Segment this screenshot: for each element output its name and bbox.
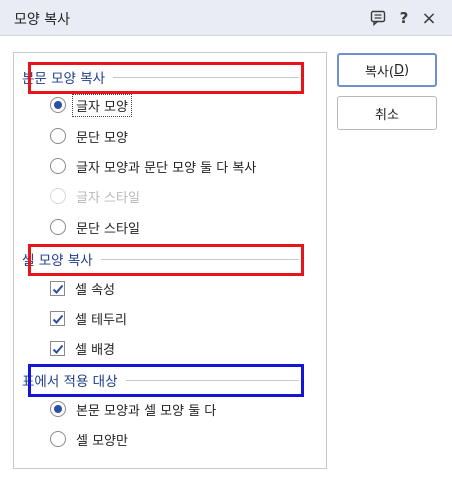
section-table-target: 표에서 적용 대상 xyxy=(22,369,299,391)
cancel-button[interactable]: 취소 xyxy=(337,96,437,130)
radio-button[interactable] xyxy=(50,219,66,235)
section-divider xyxy=(100,258,299,260)
radio-body-and-cell[interactable]: 본문 모양과 셀 모양 둘 다 xyxy=(50,398,216,420)
check-cell-props[interactable]: 셀 속성 xyxy=(50,277,115,299)
close-icon[interactable]: × xyxy=(419,8,439,29)
title-bar: 모양 복사 ? × xyxy=(0,0,452,36)
radio-label: 문단 스타일 xyxy=(76,221,140,237)
checkmark-icon xyxy=(52,314,64,324)
radio-para-shape[interactable]: 문단 모양 xyxy=(50,125,128,147)
radio-both-shapes[interactable]: 글자 모양과 문단 모양 둘 다 복사 xyxy=(50,155,256,177)
radio-char-style: 글자 스타일 xyxy=(50,185,140,207)
radio-label: 글자 모양 xyxy=(72,93,132,117)
dialog-title: 모양 복사 xyxy=(14,12,70,28)
radio-char-shape[interactable]: 글자 모양 xyxy=(50,93,132,117)
radio-cell-only[interactable]: 셀 모양만 xyxy=(50,428,128,450)
help-icon[interactable]: ? xyxy=(394,8,414,28)
check-cell-background[interactable]: 셀 배경 xyxy=(50,337,115,359)
radio-label: 본문 모양과 셀 모양 둘 다 xyxy=(76,403,217,419)
radio-button[interactable] xyxy=(50,158,66,174)
checkbox-label: 셀 배경 xyxy=(75,342,116,358)
section-divider xyxy=(113,76,299,78)
checkmark-icon xyxy=(52,344,64,354)
checkbox-label: 셀 테두리 xyxy=(75,312,127,328)
radio-label: 문단 모양 xyxy=(76,130,128,146)
section-title: 본문 모양 복사 xyxy=(22,71,106,87)
section-title: 셀 모양 복사 xyxy=(22,253,93,269)
checkbox-label: 셀 속성 xyxy=(75,282,116,298)
radio-para-style[interactable]: 문단 스타일 xyxy=(50,216,140,238)
radio-button[interactable] xyxy=(50,401,66,417)
radio-button[interactable] xyxy=(50,97,66,113)
copy-button[interactable]: 복사(D) xyxy=(337,53,437,87)
radio-label: 글자 모양과 문단 모양 둘 다 복사 xyxy=(76,160,257,176)
checkbox[interactable] xyxy=(50,310,65,326)
checkbox[interactable] xyxy=(50,340,65,356)
section-cell-copy: 셀 모양 복사 xyxy=(22,248,299,270)
section-divider xyxy=(125,379,299,381)
radio-button[interactable] xyxy=(50,128,66,144)
radio-button[interactable] xyxy=(50,431,66,447)
radio-label: 글자 스타일 xyxy=(76,190,140,206)
radio-label: 셀 모양만 xyxy=(76,433,128,449)
checkbox[interactable] xyxy=(50,280,65,296)
checkmark-icon xyxy=(52,284,64,294)
check-cell-border[interactable]: 셀 테두리 xyxy=(50,307,127,329)
section-title: 표에서 적용 대상 xyxy=(22,374,118,390)
section-body-copy: 본문 모양 복사 xyxy=(22,66,299,88)
radio-button xyxy=(50,188,66,204)
comment-icon[interactable] xyxy=(368,8,388,28)
